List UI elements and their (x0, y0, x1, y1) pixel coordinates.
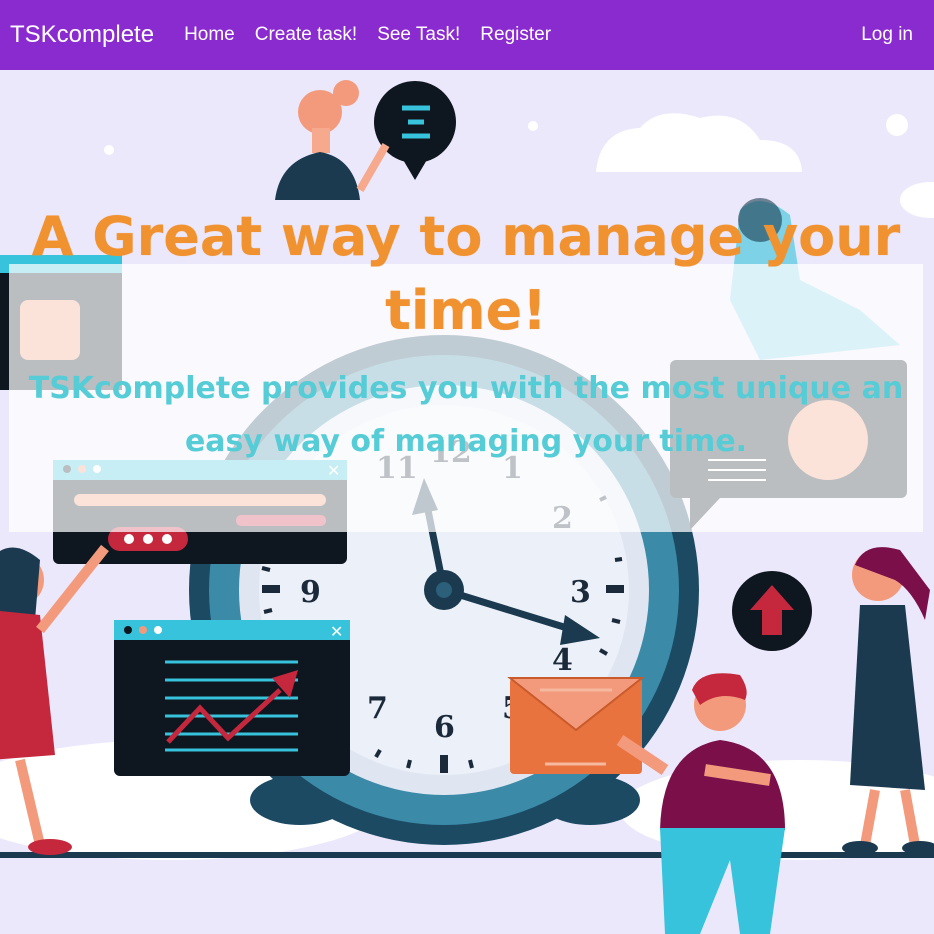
clock-number-9: 9 (300, 575, 321, 610)
brand-link[interactable]: TSKcomplete (10, 21, 154, 49)
nav-create-task-link[interactable]: Create task! (255, 24, 357, 46)
nav-see-task-link[interactable]: See Task! (377, 24, 460, 46)
nav-register-link[interactable]: Register (480, 24, 551, 46)
nav-home-link[interactable]: Home (184, 24, 235, 46)
clock-number-4: 4 (552, 643, 573, 678)
clock-number-6: 6 (434, 710, 455, 745)
chart-window-illustration: ✕ (114, 620, 350, 776)
clock-number-7: 7 (367, 691, 388, 726)
navbar: TSKcomplete Home Create task! See Task! … (0, 0, 934, 70)
hero-headline: A Great way to manage your time! (31, 205, 901, 342)
upload-badge-illustration (732, 571, 812, 651)
envelope-illustration (507, 677, 645, 774)
hero-subtext: TSKcomplete provides you with the most u… (28, 371, 904, 459)
clock-number-3: 3 (570, 575, 591, 610)
nav-links: Home Create task! See Task! Register (184, 24, 571, 46)
svg-text:✕: ✕ (330, 622, 343, 641)
login-link[interactable]: Log in (861, 0, 913, 70)
